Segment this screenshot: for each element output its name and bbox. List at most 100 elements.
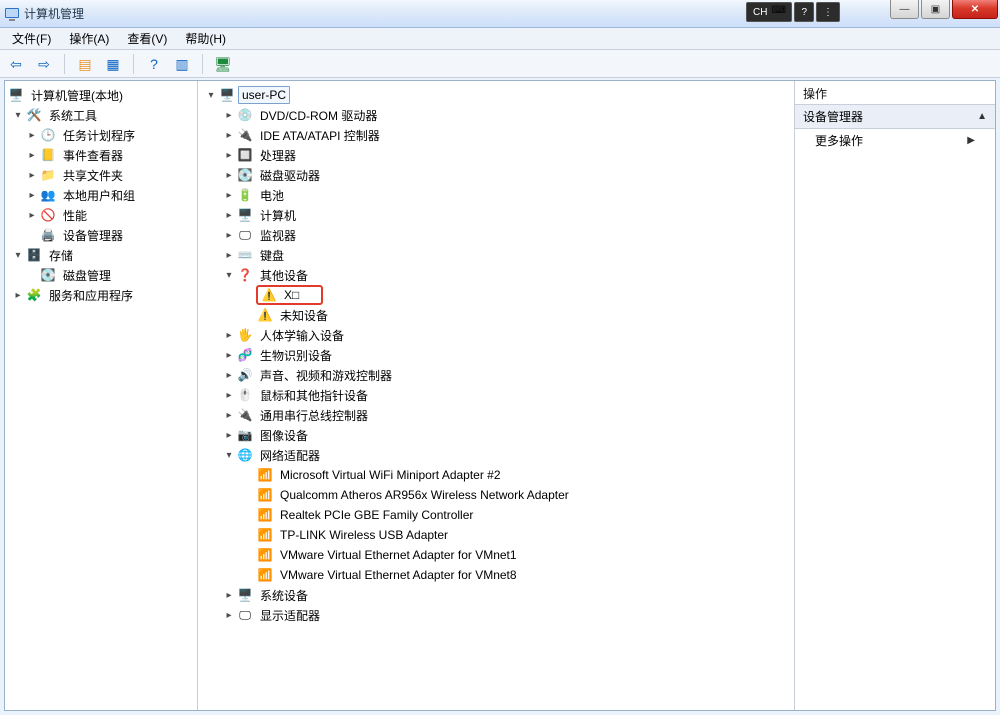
dev-disk[interactable]: ▸💽磁盘驱动器	[200, 165, 792, 185]
expander-icon[interactable]: ▸	[222, 128, 236, 142]
dev-net2[interactable]: ▸📶Realtek PCIe GBE Family Controller	[200, 505, 792, 525]
expander-icon[interactable]: ▸	[25, 128, 39, 142]
expander-icon[interactable]: ▾	[222, 448, 236, 462]
action-more[interactable]: 更多操作 ▶	[795, 129, 995, 152]
expander-icon[interactable]: ▸	[222, 348, 236, 362]
expander-icon[interactable]: ▸	[222, 608, 236, 622]
ime-handle[interactable]: ⋮	[816, 2, 840, 22]
dev-other-x[interactable]: ▸ ⚠️ X□	[200, 285, 792, 305]
nic-icon: 📶	[257, 487, 273, 503]
expander-icon[interactable]: ▸	[11, 288, 25, 302]
nav-disk-mgmt[interactable]: ▸ 💽 磁盘管理	[7, 265, 195, 285]
ime-lang[interactable]: CH⌨	[746, 2, 792, 22]
expander-icon[interactable]: ▸	[222, 388, 236, 402]
scan-button[interactable]: 🖥	[211, 53, 235, 75]
close-button[interactable]: ✕	[952, 0, 998, 19]
dev-ide-label: IDE ATA/ATAPI 控制器	[256, 125, 384, 146]
expander-icon[interactable]: ▸	[222, 228, 236, 242]
expander-icon[interactable]: ▸	[222, 588, 236, 602]
panel-icon: ▦	[106, 57, 119, 71]
expander-icon[interactable]: ▾	[11, 248, 25, 262]
nav-shared-folders[interactable]: ▸ 📁 共享文件夹	[7, 165, 195, 185]
maximize-button[interactable]: ▣	[921, 0, 950, 19]
up-button[interactable]: ▤	[73, 53, 97, 75]
view-button[interactable]: ▥	[170, 53, 194, 75]
users-icon: 👥	[40, 187, 56, 203]
nav-device-manager[interactable]: ▸ 🖨️ 设备管理器	[7, 225, 195, 245]
nic-icon: 📶	[257, 567, 273, 583]
network-icon: 🌐	[237, 447, 253, 463]
dev-net2-label: Realtek PCIe GBE Family Controller	[276, 506, 477, 524]
nav-root[interactable]: 🖥️ 计算机管理(本地)	[7, 85, 195, 105]
expander-icon[interactable]: ▸	[25, 188, 39, 202]
expander-icon[interactable]: ▾	[222, 268, 236, 282]
dev-mon[interactable]: ▸🖵监视器	[200, 225, 792, 245]
expander-icon[interactable]: ▾	[204, 88, 218, 102]
dev-ide[interactable]: ▸🔌IDE ATA/ATAPI 控制器	[200, 125, 792, 145]
dev-cpu[interactable]: ▸🔲处理器	[200, 145, 792, 165]
expander-icon[interactable]: ▸	[25, 208, 39, 222]
ime-lang-label: CH	[753, 7, 767, 18]
nav-pane[interactable]: 🖥️ 计算机管理(本地) ▾ 🛠️ 系统工具 ▸ 🕒 任务计划程序 ▸ 📒 事件…	[5, 81, 198, 710]
dev-root[interactable]: ▾ 🖥️ user-PC	[200, 85, 792, 105]
expander-icon[interactable]: ▸	[222, 208, 236, 222]
dev-usb[interactable]: ▸🔌通用串行总线控制器	[200, 405, 792, 425]
dev-comp[interactable]: ▸🖥️计算机	[200, 205, 792, 225]
dev-net[interactable]: ▾🌐网络适配器	[200, 445, 792, 465]
nav-forward-button[interactable]: ⇨	[32, 53, 56, 75]
minimize-button[interactable]: —	[890, 0, 919, 19]
ime-help-label: ?	[801, 7, 807, 18]
dev-sys[interactable]: ▸🖥️系统设备	[200, 585, 792, 605]
nav-back-button[interactable]: ⇦	[4, 53, 28, 75]
dev-disp[interactable]: ▸🖵显示适配器	[200, 605, 792, 625]
expander-icon[interactable]: ▸	[222, 188, 236, 202]
dev-other[interactable]: ▾❓其他设备	[200, 265, 792, 285]
expander-icon[interactable]: ▸	[222, 248, 236, 262]
expander-icon[interactable]: ▸	[222, 328, 236, 342]
monitor-icon: 🖵	[237, 227, 253, 243]
dev-net1[interactable]: ▸📶Qualcomm Atheros AR956x Wireless Netwo…	[200, 485, 792, 505]
action-section[interactable]: 设备管理器 ▲	[795, 105, 995, 129]
menu-help[interactable]: 帮助(H)	[177, 28, 234, 49]
tools-icon: 🛠️	[26, 107, 42, 123]
dev-net4[interactable]: ▸📶VMware Virtual Ethernet Adapter for VM…	[200, 545, 792, 565]
device-pane[interactable]: ▾ 🖥️ user-PC ▸💿DVD/CD-ROM 驱动器 ▸🔌IDE ATA/…	[198, 81, 795, 710]
nav-storage[interactable]: ▾ 🗄️ 存储	[7, 245, 195, 265]
menu-action[interactable]: 操作(A)	[61, 28, 117, 49]
expander-icon[interactable]: ▸	[25, 168, 39, 182]
dev-dvd[interactable]: ▸💿DVD/CD-ROM 驱动器	[200, 105, 792, 125]
show-hide-tree[interactable]: ▦	[101, 53, 125, 75]
dev-img[interactable]: ▸📷图像设备	[200, 425, 792, 445]
nic-icon: 📶	[257, 507, 273, 523]
dev-mouse[interactable]: ▸🖱️鼠标和其他指针设备	[200, 385, 792, 405]
dev-other-unknown[interactable]: ▸⚠️未知设备	[200, 305, 792, 325]
dev-net0[interactable]: ▸📶Microsoft Virtual WiFi Miniport Adapte…	[200, 465, 792, 485]
expander-icon[interactable]: ▸	[222, 168, 236, 182]
expander-icon[interactable]: ▸	[222, 108, 236, 122]
menu-view[interactable]: 查看(V)	[119, 28, 175, 49]
dev-bio[interactable]: ▸🧬生物识别设备	[200, 345, 792, 365]
nav-services-apps[interactable]: ▸ 🧩 服务和应用程序	[7, 285, 195, 305]
nav-system-tools[interactable]: ▾ 🛠️ 系统工具	[7, 105, 195, 125]
menu-file[interactable]: 文件(F)	[4, 28, 59, 49]
expander-icon[interactable]: ▸	[222, 408, 236, 422]
dev-net5[interactable]: ▸📶VMware Virtual Ethernet Adapter for VM…	[200, 565, 792, 585]
nav-performance[interactable]: ▸ 🚫 性能	[7, 205, 195, 225]
dev-sound[interactable]: ▸🔊声音、视频和游戏控制器	[200, 365, 792, 385]
dev-bat-label: 电池	[256, 185, 288, 206]
nav-event-viewer[interactable]: ▸ 📒 事件查看器	[7, 145, 195, 165]
dev-hid[interactable]: ▸🖐️人体学输入设备	[200, 325, 792, 345]
dev-kb[interactable]: ▸⌨️键盘	[200, 245, 792, 265]
expander-icon[interactable]: ▸	[222, 148, 236, 162]
display-icon: 🖵	[237, 607, 253, 623]
nav-local-users[interactable]: ▸ 👥 本地用户和组	[7, 185, 195, 205]
expander-icon[interactable]: ▾	[11, 108, 25, 122]
dev-net3[interactable]: ▸📶TP-LINK Wireless USB Adapter	[200, 525, 792, 545]
help-button[interactable]: ?	[142, 53, 166, 75]
expander-icon[interactable]: ▸	[222, 428, 236, 442]
nav-task-scheduler[interactable]: ▸ 🕒 任务计划程序	[7, 125, 195, 145]
dev-bat[interactable]: ▸🔋电池	[200, 185, 792, 205]
expander-icon[interactable]: ▸	[25, 148, 39, 162]
expander-icon[interactable]: ▸	[222, 368, 236, 382]
ime-help[interactable]: ?	[794, 2, 814, 22]
